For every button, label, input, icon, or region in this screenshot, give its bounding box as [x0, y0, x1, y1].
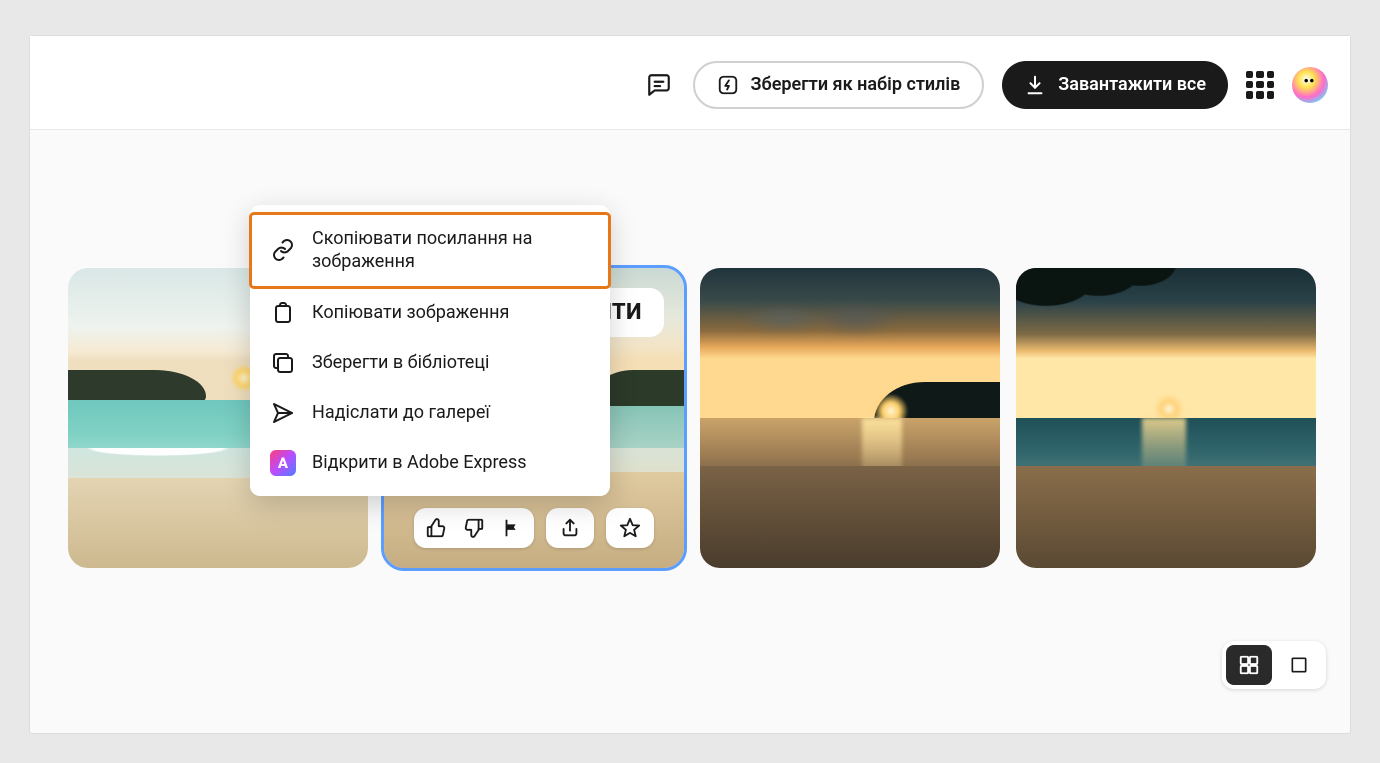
share-icon: [559, 517, 581, 539]
save-style-set-button[interactable]: Зберегти як набір стилів: [693, 61, 985, 109]
favorite-button[interactable]: [618, 516, 642, 540]
result-thumbnail[interactable]: [700, 268, 1000, 568]
menu-open-express-label: Відкрити в Adobe Express: [312, 451, 527, 474]
feedback-button[interactable]: [643, 69, 675, 101]
menu-save-library[interactable]: Зберегти в бібліотеці: [250, 338, 610, 388]
thumbs-up-button[interactable]: [424, 516, 448, 540]
generated-image: [1016, 268, 1316, 568]
star-icon: [619, 517, 641, 539]
flag-button[interactable]: [500, 516, 524, 540]
rate-group: [414, 508, 534, 548]
single-view-button[interactable]: [1276, 645, 1322, 685]
header-bar: Зберегти як набір стилів Завантажити все: [30, 40, 1350, 130]
library-icon: [271, 351, 295, 375]
apps-grid-button[interactable]: [1246, 71, 1274, 99]
adobe-express-icon: A: [270, 450, 296, 476]
view-toggle: [1222, 641, 1326, 689]
square-icon: [1289, 655, 1309, 675]
menu-open-express[interactable]: A Відкрити в Adobe Express: [250, 438, 610, 488]
thumbnail-actions: [414, 508, 654, 548]
menu-copy-image-label: Копіювати зображення: [312, 301, 509, 324]
clipboard-icon: [271, 301, 295, 325]
save-style-set-label: Зберегти як набір стилів: [751, 74, 961, 95]
link-icon: [271, 238, 295, 262]
thumbs-up-icon: [425, 517, 447, 539]
bolt-icon: [717, 74, 739, 96]
send-icon: [271, 401, 295, 425]
grid-view-button[interactable]: [1226, 645, 1272, 685]
content-area: ЖИТИ: [30, 130, 1350, 733]
download-all-button[interactable]: Завантажити все: [1002, 61, 1228, 109]
download-all-label: Завантажити все: [1058, 74, 1206, 95]
grid-icon: [1238, 654, 1260, 676]
menu-copy-link[interactable]: Скопіювати посилання на зображення: [250, 213, 610, 288]
menu-copy-image[interactable]: Копіювати зображення: [250, 288, 610, 338]
share-group: [546, 508, 594, 548]
user-avatar[interactable]: [1292, 67, 1328, 103]
menu-send-gallery[interactable]: Надіслати до галереї: [250, 388, 610, 438]
download-icon: [1024, 74, 1046, 96]
app-frame: Зберегти як набір стилів Завантажити все: [30, 36, 1350, 733]
context-menu: Скопіювати посилання на зображення Копію…: [250, 205, 610, 496]
favorite-group: [606, 508, 654, 548]
generated-image: [700, 268, 1000, 568]
menu-send-gallery-label: Надіслати до галереї: [312, 401, 490, 424]
chat-icon: [646, 72, 672, 98]
share-button[interactable]: [558, 516, 582, 540]
thumbs-down-button[interactable]: [462, 516, 486, 540]
menu-copy-link-label: Скопіювати посилання на зображення: [312, 227, 590, 274]
thumbs-down-icon: [463, 517, 485, 539]
flag-icon: [501, 517, 523, 539]
result-thumbnail[interactable]: [1016, 268, 1316, 568]
menu-save-library-label: Зберегти в бібліотеці: [312, 351, 489, 374]
